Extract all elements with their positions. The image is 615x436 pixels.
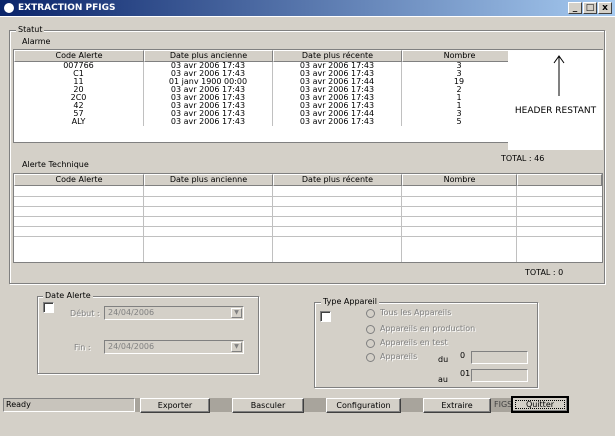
du-value: 0 — [460, 351, 466, 360]
table-cell: 03 avr 2006 17:43 — [273, 70, 402, 78]
table-cell: 03 avr 2006 17:43 — [273, 118, 402, 126]
option-appareils-production: Appareils en production — [380, 324, 476, 333]
alerte-technique-label: Alerte Technique — [22, 160, 89, 169]
table-cell: 03 avr 2006 17:43 — [144, 86, 273, 94]
extraire-button[interactable]: Extraire — [423, 398, 491, 413]
col-code-alerte[interactable]: Code Alerte — [14, 174, 144, 186]
table-cell: ALY — [14, 118, 144, 126]
table-cell: 01 janv 1900 00:00 — [144, 78, 273, 86]
table-cell: 1 — [402, 94, 517, 102]
table-cell: 11 — [14, 78, 144, 86]
table-cell: 1 — [402, 102, 517, 110]
app-icon — [3, 2, 15, 14]
statut-label: Statut — [16, 25, 45, 35]
radio-tous-appareils[interactable] — [366, 309, 375, 318]
window-title: EXTRACTION PFIGS — [18, 3, 116, 13]
radio-appareils-production[interactable] — [366, 325, 375, 334]
annotation-box: HEADER RESTANT — [508, 50, 603, 150]
table-cell: 3 — [402, 70, 517, 78]
table-cell: 42 — [14, 102, 144, 110]
table-cell: 03 avr 2006 17:43 — [273, 62, 402, 70]
col-code-alerte[interactable]: Code Alerte — [14, 50, 144, 62]
table-cell: 03 avr 2006 17:44 — [273, 78, 402, 86]
header-restant-label: HEADER RESTANT — [514, 106, 597, 116]
debut-label: Début : — [70, 309, 100, 318]
table-cell: 20 — [14, 86, 144, 94]
table-cell: 03 avr 2006 17:43 — [273, 94, 402, 102]
date-alerte-label: Date Alerte — [43, 291, 93, 301]
table-cell: 19 — [402, 78, 517, 86]
table-cell: C1 — [14, 70, 144, 78]
table-cell: 03 avr 2006 17:43 — [273, 102, 402, 110]
chevron-down-icon[interactable]: ▼ — [231, 308, 242, 318]
col-date-plus-recente[interactable]: Date plus récente — [273, 174, 402, 186]
col-date-plus-ancienne[interactable]: Date plus ancienne — [144, 174, 273, 186]
table-cell: 03 avr 2006 17:43 — [144, 94, 273, 102]
table-cell: 5 — [402, 118, 517, 126]
option-appareils: Appareils — [380, 352, 418, 361]
table-cell: 2 — [402, 86, 517, 94]
table-cell: 03 avr 2006 17:43 — [144, 110, 273, 118]
table-cell: 2C0 — [14, 94, 144, 102]
option-tous-appareils: Tous les Appareils — [380, 308, 452, 317]
fin-date-picker[interactable]: 24/04/2006 ▼ — [104, 340, 244, 354]
alarme-label: Alarme — [22, 37, 51, 46]
alerte-technique-table[interactable]: Code Alerte Date plus ancienne Date plus… — [13, 173, 603, 263]
close-button[interactable]: x — [598, 2, 612, 14]
radio-appareils[interactable] — [366, 353, 375, 362]
date-alerte-checkbox[interactable] — [43, 302, 54, 313]
debut-date-picker[interactable]: 24/04/2006 ▼ — [104, 306, 244, 320]
col-date-plus-ancienne[interactable]: Date plus ancienne — [144, 50, 273, 62]
basculer-button[interactable]: Basculer — [232, 398, 304, 413]
au-value: 01 — [460, 369, 471, 378]
fin-label: Fin : — [74, 343, 91, 352]
maximize-button[interactable]: □ — [583, 2, 597, 14]
fin-value: 24/04/2006 — [108, 342, 155, 351]
radio-appareils-test[interactable] — [366, 339, 375, 348]
alerte-technique-grid — [14, 186, 602, 262]
alarme-total: TOTAL : 46 — [501, 154, 545, 163]
table-cell: 03 avr 2006 17:43 — [273, 86, 402, 94]
option-appareils-test: Appareils en test — [380, 338, 448, 347]
title-bar: EXTRACTION PFIGS — [0, 0, 615, 17]
chevron-down-icon[interactable]: ▼ — [231, 342, 242, 352]
quitter-button[interactable]: Quitter — [511, 396, 569, 413]
minimize-button[interactable]: _ — [568, 2, 582, 14]
table-cell: 03 avr 2006 17:43 — [144, 102, 273, 110]
type-appareil-label: Type Appareil — [321, 297, 379, 307]
col-empty — [517, 174, 602, 186]
up-arrow-icon — [553, 55, 565, 96]
configuration-button[interactable]: Configuration — [326, 398, 401, 413]
col-nombre[interactable]: Nombre — [402, 174, 517, 186]
alerte-technique-header: Code Alerte Date plus ancienne Date plus… — [14, 174, 602, 186]
status-text: Ready — [6, 400, 31, 409]
table-cell: 03 avr 2006 17:43 — [144, 118, 273, 126]
table-cell: 03 avr 2006 17:44 — [273, 110, 402, 118]
au-label: au — [438, 375, 448, 384]
table-cell: 007766 — [14, 62, 144, 70]
col-nombre[interactable]: Nombre — [402, 50, 517, 62]
alerte-technique-total: TOTAL : 0 — [523, 268, 566, 278]
status-fragment: FIGS — [494, 400, 513, 409]
table-cell: 57 — [14, 110, 144, 118]
table-cell: 3 — [402, 62, 517, 70]
table-cell: 3 — [402, 110, 517, 118]
du-label: du — [438, 355, 449, 364]
au-input[interactable] — [471, 369, 528, 382]
type-appareil-checkbox[interactable] — [320, 311, 331, 322]
col-date-plus-recente[interactable]: Date plus récente — [273, 50, 402, 62]
debut-value: 24/04/2006 — [108, 308, 155, 317]
status-bar: Ready — [3, 398, 135, 412]
table-cell: 03 avr 2006 17:43 — [144, 62, 273, 70]
du-input[interactable] — [471, 351, 528, 364]
table-cell: 03 avr 2006 17:43 — [144, 70, 273, 78]
exporter-button[interactable]: Exporter — [140, 398, 210, 413]
